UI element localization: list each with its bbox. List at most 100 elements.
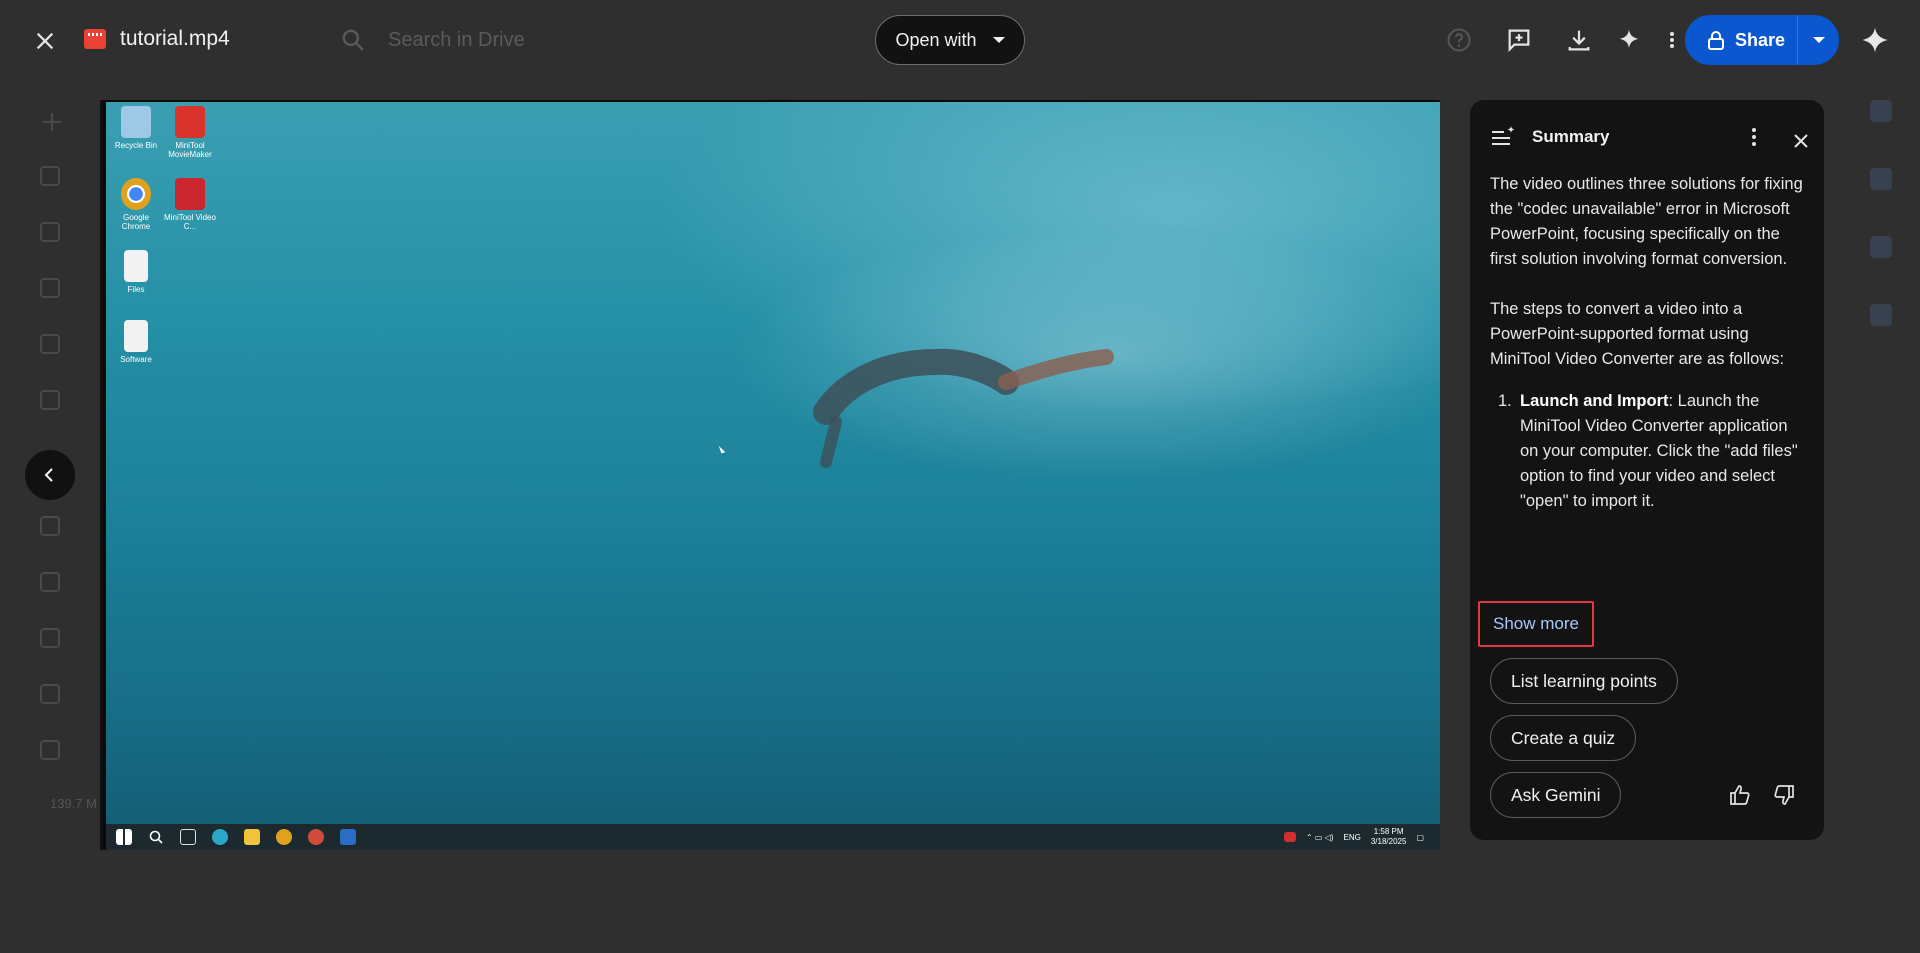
desktop-icon: MiniTool Video C... (164, 178, 216, 231)
share-dropdown-button[interactable] (1798, 15, 1839, 65)
more-apps-button[interactable] (1668, 24, 1680, 56)
file-name: tutorial.mp4 (120, 27, 230, 50)
share-label: Share (1735, 29, 1786, 50)
download-icon (1568, 30, 1590, 51)
thumbs-down-icon (1774, 785, 1794, 805)
storage-icon (40, 740, 60, 760)
previous-file-button[interactable] (25, 450, 75, 500)
recent-icon (40, 516, 60, 536)
open-with-button[interactable]: Open with (875, 15, 1025, 65)
my-drive-icon (40, 334, 60, 354)
tray-clock: 1:58 PM 3/18/2025 (1371, 827, 1407, 847)
gemini-summarize-button[interactable] (1613, 24, 1645, 56)
step-title: Launch and Import (1520, 392, 1669, 410)
open-with-label: Open with (895, 29, 977, 50)
ask-gemini-chip[interactable]: Ask Gemini (1490, 772, 1622, 818)
thumbs-down-button[interactable] (1769, 780, 1799, 810)
step-number: 1. (1498, 392, 1512, 410)
edge-icon (212, 829, 228, 845)
home-icon (40, 166, 60, 186)
close-preview-button[interactable] (26, 22, 64, 60)
summary-title: Summary (1532, 127, 1610, 146)
sparkle-icon (1619, 29, 1639, 49)
swimmer-figure (813, 348, 1114, 468)
download-button[interactable] (1563, 24, 1595, 56)
chevron-down-icon (1812, 37, 1825, 43)
tray-language: ENG (1343, 832, 1361, 842)
tray-arrows-icon: ⌃ ▭ ◁) (1305, 832, 1334, 842)
right-rail (1870, 100, 1900, 372)
files-icon (124, 250, 148, 282)
tray-date: 3/18/2025 (1370, 837, 1407, 846)
desktop-icon: Software (110, 320, 162, 364)
chevron-down-icon (992, 37, 1005, 43)
trash-icon (40, 684, 60, 704)
spam-icon (40, 628, 60, 648)
software-icon (124, 320, 148, 352)
storage-text: 139.7 M (50, 796, 97, 811)
summary-header: Summary (1490, 122, 1810, 152)
more-vert-icon (1752, 128, 1756, 146)
file-explorer-icon (244, 829, 260, 845)
starred-icon (40, 572, 60, 592)
desktop-icon: Files (110, 250, 162, 294)
summary-close-button[interactable] (1790, 130, 1812, 152)
summary-panel: Summary The video outlines three solutio… (1470, 100, 1824, 840)
chevron-left-icon (44, 468, 53, 482)
close-icon (36, 32, 54, 50)
workspaces-icon (40, 278, 60, 298)
list-learning-points-chip[interactable]: List learning points (1490, 658, 1678, 704)
desktop-icon: MiniTool MovieMaker (164, 106, 216, 159)
summary-list-icon (1492, 126, 1515, 145)
add-comment-icon (1508, 29, 1530, 53)
new-plus-icon (43, 113, 61, 131)
mouse-cursor (718, 444, 726, 454)
video-player[interactable]: Recycle Bin MiniTool MovieMaker Google C… (100, 100, 1440, 850)
desktop-icon: Google Chrome (110, 178, 162, 231)
desktop-icon: Recycle Bin (110, 106, 162, 150)
chrome-taskbar-icon (276, 829, 292, 845)
computers-icon (40, 390, 60, 410)
chrome-alt-taskbar-icon (308, 829, 324, 845)
tasks-icon (1870, 236, 1892, 258)
add-comment-button[interactable] (1503, 24, 1535, 56)
video-frame[interactable]: Recycle Bin MiniTool MovieMaker Google C… (106, 102, 1440, 824)
notification-icon: ▢ (1416, 832, 1424, 842)
apps-grid-icon (1670, 32, 1674, 48)
show-more-button[interactable]: Show more (1478, 601, 1594, 647)
tray-app-icon (1283, 832, 1296, 842)
gemini-icon (1862, 27, 1888, 53)
thumbs-up-icon (1730, 785, 1750, 805)
share-main-button[interactable]: Share (1685, 15, 1797, 65)
video-file-icon (84, 29, 106, 49)
gemini-button[interactable] (1857, 22, 1893, 58)
summary-step: 1. Launch and Import: Launch the MiniTool… (1498, 389, 1806, 514)
summary-more-button[interactable] (1742, 125, 1766, 149)
keep-icon (1870, 168, 1892, 190)
windows-taskbar: ⌃ ▭ ◁) ENG 1:58 PM 3/18/2025 ▢ (106, 824, 1440, 850)
calendar-icon (1870, 100, 1892, 122)
recycle-bin-icon (121, 106, 151, 138)
close-icon (1794, 134, 1808, 148)
summary-paragraph-1: The video outlines three solutions for f… (1490, 175, 1803, 268)
preview-top-bar: tutorial.mp4 Open with Share (0, 0, 1920, 80)
help-icon (1447, 28, 1471, 52)
contacts-icon (1870, 304, 1892, 326)
thumbs-up-button[interactable] (1725, 780, 1755, 810)
system-tray: ⌃ ▭ ◁) ENG 1:58 PM 3/18/2025 ▢ (1283, 827, 1424, 847)
summary-steps: 1. Launch and Import: Launch the MiniTool… (1490, 389, 1806, 514)
help-button[interactable] (1443, 24, 1475, 56)
windows-start-icon (116, 829, 132, 845)
video-converter-icon (175, 178, 205, 210)
chrome-icon (121, 178, 151, 210)
word-icon (340, 829, 356, 845)
share-button[interactable]: Share (1685, 15, 1839, 65)
moviemaker-icon (175, 106, 205, 138)
summary-paragraph-2: The steps to convert a video into a Powe… (1490, 300, 1785, 368)
create-quiz-chip[interactable]: Create a quiz (1490, 715, 1637, 761)
activity-icon (40, 222, 60, 242)
taskbar-search-icon (149, 830, 163, 844)
task-view-icon (180, 829, 196, 845)
lock-icon (1708, 31, 1724, 50)
tray-time: 1:58 PM (1373, 827, 1404, 836)
